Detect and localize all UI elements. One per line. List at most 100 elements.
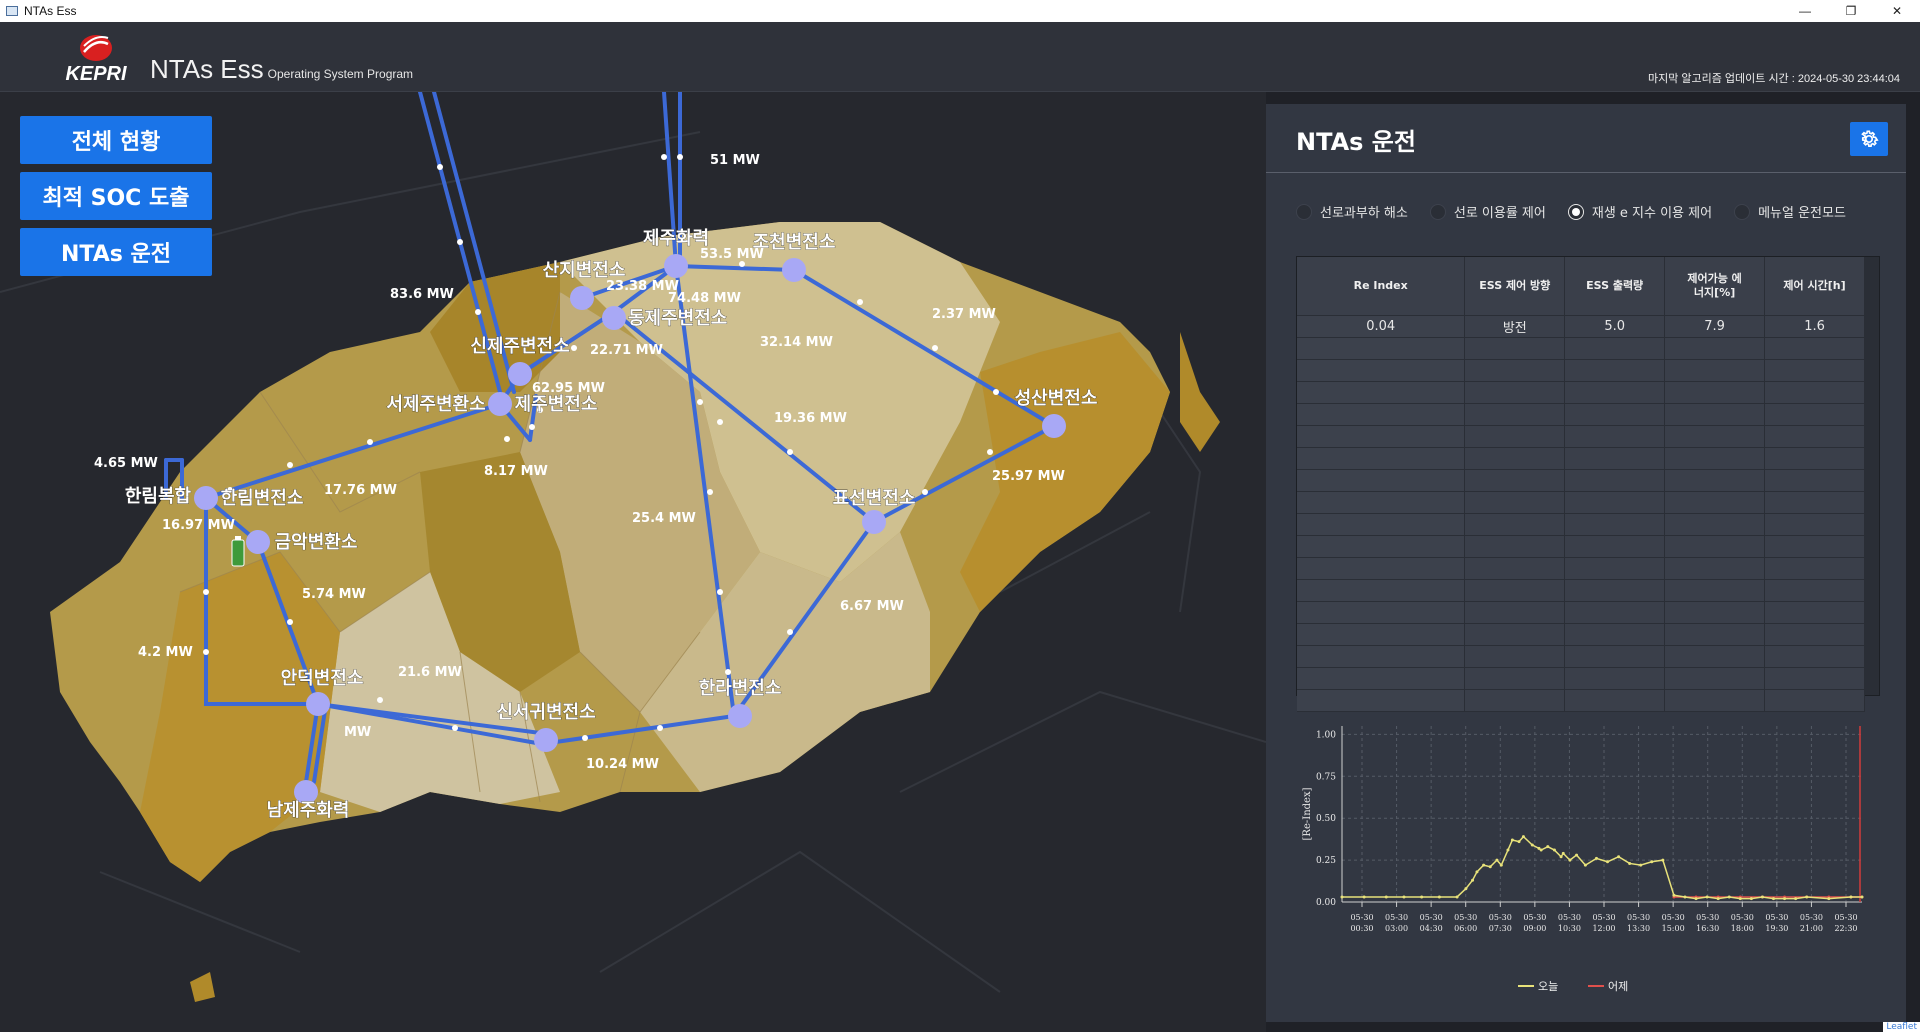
station-label: 안덕변전소: [281, 668, 364, 689]
nav-overview-button[interactable]: 전체 현황: [20, 116, 212, 164]
station-west-jeju: [488, 392, 512, 416]
mode-label: 선로 이용률 제어: [1453, 206, 1546, 221]
table-row[interactable]: [1297, 513, 1865, 536]
x-tick-label: 05-30: [1489, 913, 1512, 922]
station-label: 동제주변전소: [628, 308, 727, 329]
series-point: [1568, 858, 1572, 862]
series-point: [1805, 895, 1809, 899]
table-cell: [1464, 337, 1566, 360]
table-cell: [1764, 469, 1865, 492]
flow-label: 21.6 MW: [398, 665, 462, 680]
table-cell: [1764, 359, 1865, 382]
table-row[interactable]: [1297, 403, 1865, 426]
x-tick-label: 00:30: [1350, 924, 1373, 933]
table-cell: [1297, 381, 1466, 404]
series-line: [1342, 835, 1862, 900]
table-cell: [1664, 601, 1766, 624]
col-header-ess-output[interactable]: ESS 출력량: [1564, 257, 1666, 316]
col-header-re-index[interactable]: Re Index: [1297, 257, 1466, 316]
table-cell: [1464, 403, 1566, 426]
mode-line-utilization[interactable]: 선로 이용률 제어: [1429, 202, 1546, 221]
table-row[interactable]: [1297, 579, 1865, 602]
station-label: 한림복합: [125, 485, 192, 507]
table-cell: 1.6: [1764, 315, 1865, 338]
col-header-control-time[interactable]: 제어 시간[h]: [1764, 257, 1865, 316]
table-cell: [1464, 535, 1566, 558]
y-tick-label: 0.00: [1316, 898, 1336, 908]
nav-ntas-button[interactable]: NTAs 운전: [20, 228, 212, 276]
table-row[interactable]: [1297, 667, 1865, 690]
table-cell: [1564, 491, 1666, 514]
y-tick-label: 1.00: [1316, 730, 1336, 740]
table-cell: [1664, 623, 1766, 646]
settings-button[interactable]: [1850, 122, 1888, 156]
series-point: [1437, 895, 1441, 899]
series-point: [1650, 860, 1654, 864]
series-point: [1639, 863, 1643, 867]
table-row[interactable]: [1297, 491, 1865, 514]
x-tick-label: 05-30: [1523, 913, 1546, 922]
table-cell: [1464, 623, 1566, 646]
table-row[interactable]: [1297, 689, 1865, 712]
series-point: [1827, 897, 1831, 901]
table-row[interactable]: [1297, 601, 1865, 624]
table-cell: [1764, 645, 1865, 668]
table-cell: [1464, 513, 1566, 536]
table-row[interactable]: [1297, 535, 1865, 558]
table-cell: [1764, 513, 1865, 536]
table-cell: [1764, 601, 1865, 624]
table-row[interactable]: [1297, 337, 1865, 360]
table-row[interactable]: [1297, 381, 1865, 404]
table-cell: [1664, 689, 1766, 712]
station-seongsan: [1042, 414, 1066, 438]
maximize-button[interactable]: ❐: [1828, 0, 1874, 22]
table-cell: [1297, 667, 1466, 690]
table-row[interactable]: 0.04 방전 5.0 7.9 1.6: [1297, 315, 1865, 338]
flow-label: 10.24 MW: [586, 757, 659, 772]
table-cell: [1764, 667, 1865, 690]
mode-manual[interactable]: 메뉴얼 운전모드: [1734, 202, 1846, 221]
station-jeju-thermal: [664, 254, 688, 278]
minimize-button[interactable]: —: [1782, 0, 1828, 22]
ess-control-table[interactable]: Re Index ESS 제어 방향 ESS 출력량 제어가능 에너지[%] 제…: [1296, 256, 1880, 712]
table-cell: [1664, 381, 1766, 404]
table-row[interactable]: [1297, 425, 1865, 448]
series-point: [1794, 897, 1798, 901]
table-row[interactable]: [1297, 359, 1865, 382]
series-point: [1482, 863, 1486, 867]
close-button[interactable]: ✕: [1874, 0, 1920, 22]
x-tick-label: 21:00: [1800, 924, 1823, 933]
mode-renewable-index[interactable]: 재생 e 지수 이용 제어: [1567, 202, 1712, 221]
station-east-jeju: [602, 306, 626, 330]
table-row[interactable]: [1297, 469, 1865, 492]
x-tick-label: 05-30: [1385, 913, 1408, 922]
legend-label: 어제: [1608, 980, 1628, 993]
table-cell: [1297, 359, 1466, 382]
table-row[interactable]: [1297, 447, 1865, 470]
x-tick-label: 12:00: [1592, 924, 1615, 933]
table-cell: [1664, 535, 1766, 558]
series-point: [1521, 835, 1525, 839]
station-label: 금악변환소: [275, 531, 358, 553]
nav-soc-button[interactable]: 최적 SOC 도출: [20, 172, 212, 220]
table-row[interactable]: [1297, 623, 1865, 646]
ntas-operation-panel: NTAs 운전 선로과부하 해소 선로 이용률 제어 재생 e 지수 이용 제어…: [1266, 104, 1906, 1022]
series-point: [1471, 878, 1475, 882]
mode-line-overload[interactable]: 선로과부하 해소: [1296, 202, 1408, 221]
series-point: [1559, 855, 1563, 859]
table-cell: [1564, 623, 1666, 646]
table-cell: 방전: [1464, 315, 1566, 338]
col-header-ess-direction[interactable]: ESS 제어 방향: [1464, 257, 1566, 316]
flow-label: 74.48 MW: [668, 291, 741, 306]
table-cell: [1764, 689, 1865, 712]
table-cell: [1664, 513, 1766, 536]
table-row[interactable]: [1297, 557, 1865, 580]
logo-text: KEPRI: [65, 63, 127, 84]
leaflet-attribution[interactable]: Leaflet: [1883, 1022, 1920, 1032]
station-hallim: [194, 486, 218, 510]
col-header-controllable-energy[interactable]: 제어가능 에너지[%]: [1664, 257, 1766, 316]
table-row[interactable]: [1297, 645, 1865, 668]
series-point: [1672, 893, 1676, 897]
table-cell: [1664, 403, 1766, 426]
map-view[interactable]: 제주화력 조천변전소 산지변전소 동제주변전소 신제주변전소 서제주변환소 제주…: [0, 92, 1266, 1032]
